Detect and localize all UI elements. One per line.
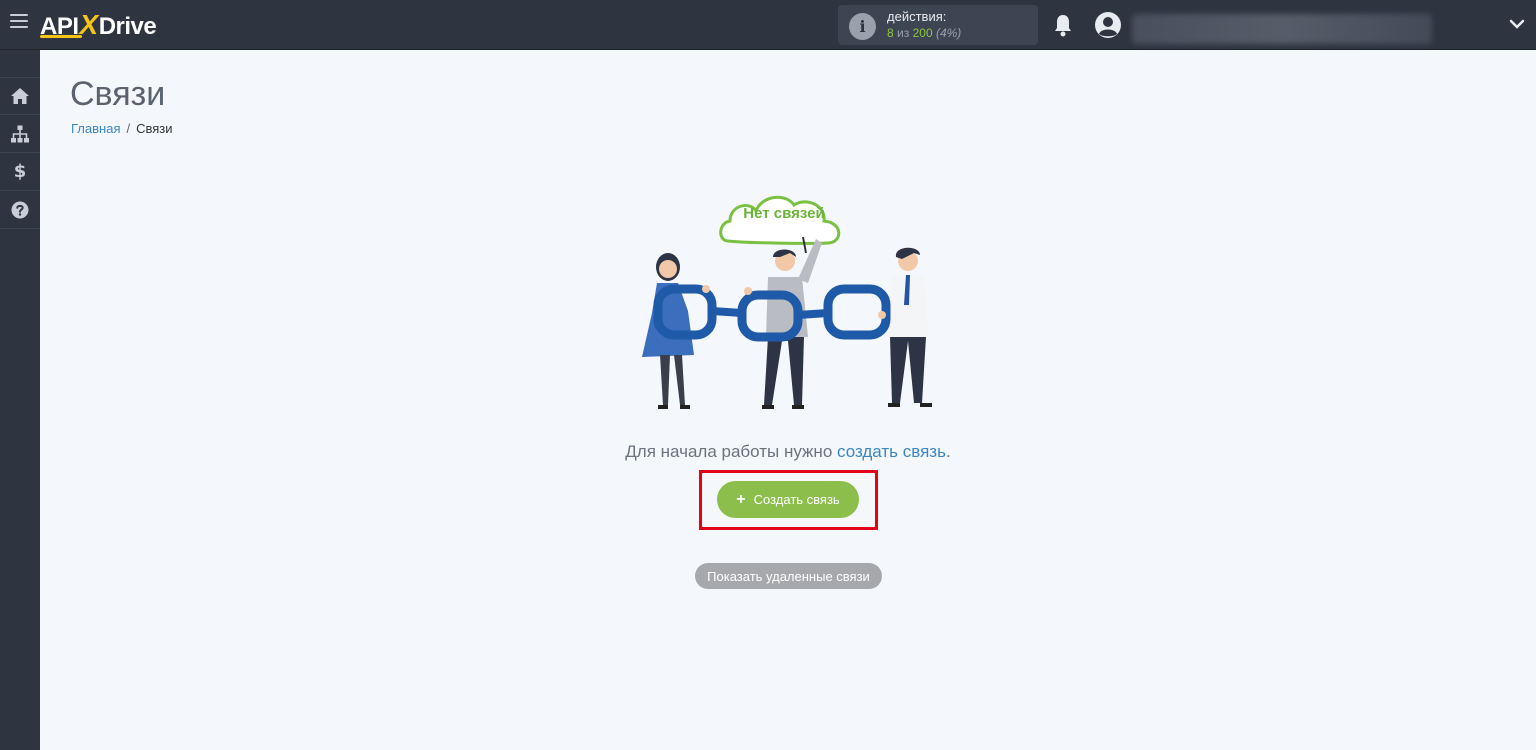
sidebar-item-connections[interactable]	[0, 115, 40, 153]
breadcrumb-home-link[interactable]: Главная	[71, 121, 120, 136]
help-icon	[11, 201, 29, 218]
info-icon: i	[849, 13, 876, 40]
empty-connections-illustration	[642, 195, 932, 409]
apixdrive-logo[interactable]: APIXDrive	[40, 9, 157, 40]
sitemap-icon	[11, 125, 29, 142]
sidebar-item-help[interactable]	[0, 191, 40, 229]
plus-icon: +	[736, 490, 746, 508]
actions-percent: (4%)	[935, 26, 962, 40]
create-connection-label: Создать связь	[753, 492, 840, 507]
logo-x: X	[79, 9, 99, 40]
user-email-blurred	[1132, 14, 1432, 44]
breadcrumb-current: Связи	[136, 121, 173, 136]
menu-icon[interactable]	[10, 14, 28, 30]
breadcrumb-separator: /	[126, 121, 131, 136]
actions-total: 200	[912, 26, 933, 40]
page-title: Связи	[70, 75, 166, 113]
breadcrumb: Главная / Связи	[71, 121, 173, 136]
actions-label: действия:	[887, 9, 947, 24]
no-connections-label: Нет связей	[743, 205, 825, 222]
actions-used: 8	[887, 26, 894, 40]
bell-icon[interactable]	[1053, 13, 1073, 37]
actions-counter[interactable]: i действия: 8 из 200 (4%)	[838, 5, 1038, 45]
prompt-period: .	[945, 442, 951, 461]
prompt-text: Для начала работы нужно	[625, 442, 833, 461]
dollar-icon: $	[13, 161, 27, 182]
person-middle-figure	[762, 239, 822, 409]
actions-of: из	[897, 26, 910, 40]
show-deleted-connections-button[interactable]: Показать удаленные связи	[695, 563, 882, 589]
create-connection-link[interactable]: создать связь	[837, 442, 946, 461]
create-connection-button[interactable]: + Создать связь	[717, 481, 859, 518]
empty-state-prompt: Для начала работы нужно создать связь.	[0, 442, 1536, 462]
sidebar-item-home[interactable]	[0, 77, 40, 115]
user-avatar-icon[interactable]	[1094, 11, 1122, 39]
person-man-figure	[888, 247, 932, 407]
home-icon	[11, 88, 29, 104]
actions-count: 8 из 200 (4%)	[887, 26, 961, 40]
top-bar: APIXDrive i действия: 8 из 200 (4%)	[0, 0, 1536, 50]
logo-underline	[40, 35, 82, 38]
logo-drive: Drive	[98, 13, 157, 40]
chevron-down-icon[interactable]	[1508, 17, 1526, 31]
sidebar: $	[0, 50, 40, 750]
sidebar-item-billing[interactable]: $	[0, 153, 40, 191]
